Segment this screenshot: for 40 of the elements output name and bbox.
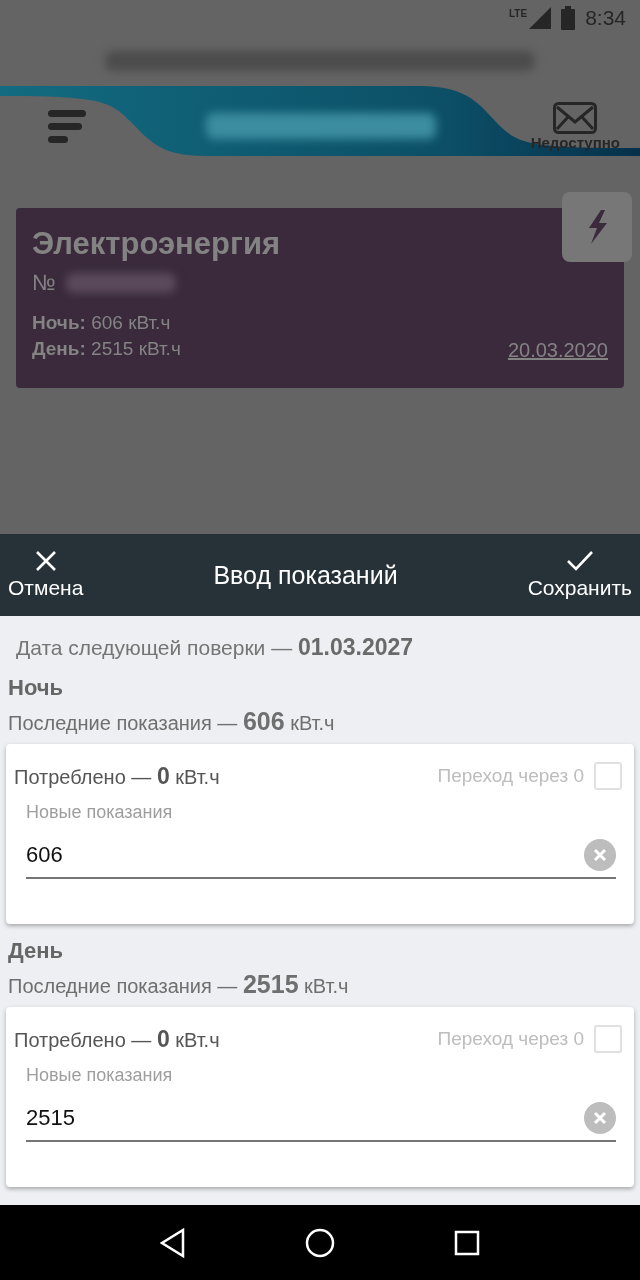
rollover-label: Переход через 0	[437, 765, 584, 787]
meter-card[interactable]: Электроэнергия № Ночь: 606 кВт.ч День: 2515 кВт.ч 20.03.2020	[16, 208, 624, 388]
rollover-checkbox[interactable]	[594, 1025, 622, 1053]
clock: 8:34	[585, 6, 626, 30]
home-button[interactable]	[305, 1227, 335, 1258]
reading-text: День: 2515 кВт.ч	[32, 337, 181, 361]
last-reading: Последние показания — 2515 кВт.ч	[8, 970, 350, 999]
close-icon	[593, 1111, 607, 1125]
last-reading: Последние показания — 606 кВт.ч	[8, 707, 336, 736]
save-button[interactable]: Сохранить	[527, 550, 632, 600]
field-label: Новые показания	[26, 802, 174, 823]
date-link[interactable]: 20.03.2020	[507, 339, 608, 362]
clear-button[interactable]	[584, 1102, 616, 1134]
field-label: Новые показания	[26, 1065, 174, 1086]
meter-title: Электроэнергия	[32, 226, 281, 262]
tariff-name: День	[8, 938, 64, 964]
clear-button[interactable]	[584, 839, 616, 871]
signal-icon	[529, 7, 552, 29]
menu-icon[interactable]	[48, 108, 86, 144]
lightning-button[interactable]	[562, 192, 632, 262]
rollover-checkbox[interactable]	[594, 762, 622, 790]
sheet-title: Ввод показаний	[213, 560, 398, 590]
consumed-text: Потреблено — 0 кВт.ч	[14, 1025, 220, 1053]
reading-field[interactable]: 2515	[26, 1105, 584, 1131]
consumed-text: Потреблено — 0 кВт.ч	[14, 762, 220, 790]
tariff-name: Ночь	[8, 675, 65, 701]
verification-date: Дата следующей поверки — 01.03.2027	[16, 634, 415, 661]
envelope-icon	[553, 101, 598, 134]
rollover-label: Переход через 0	[437, 1028, 584, 1050]
meter-number-label: №	[32, 270, 56, 296]
cancel-button[interactable]: Отмена	[8, 550, 84, 600]
check-icon	[565, 550, 594, 572]
reading-field[interactable]: 606	[26, 842, 584, 868]
back-button[interactable]	[159, 1227, 186, 1258]
network-type: LTE	[508, 8, 528, 19]
recents-button[interactable]	[454, 1229, 481, 1256]
reading-text: Ночь: 606 кВт.ч	[32, 311, 172, 335]
close-icon	[593, 848, 607, 862]
close-icon	[34, 550, 57, 572]
battery-icon	[561, 6, 576, 30]
